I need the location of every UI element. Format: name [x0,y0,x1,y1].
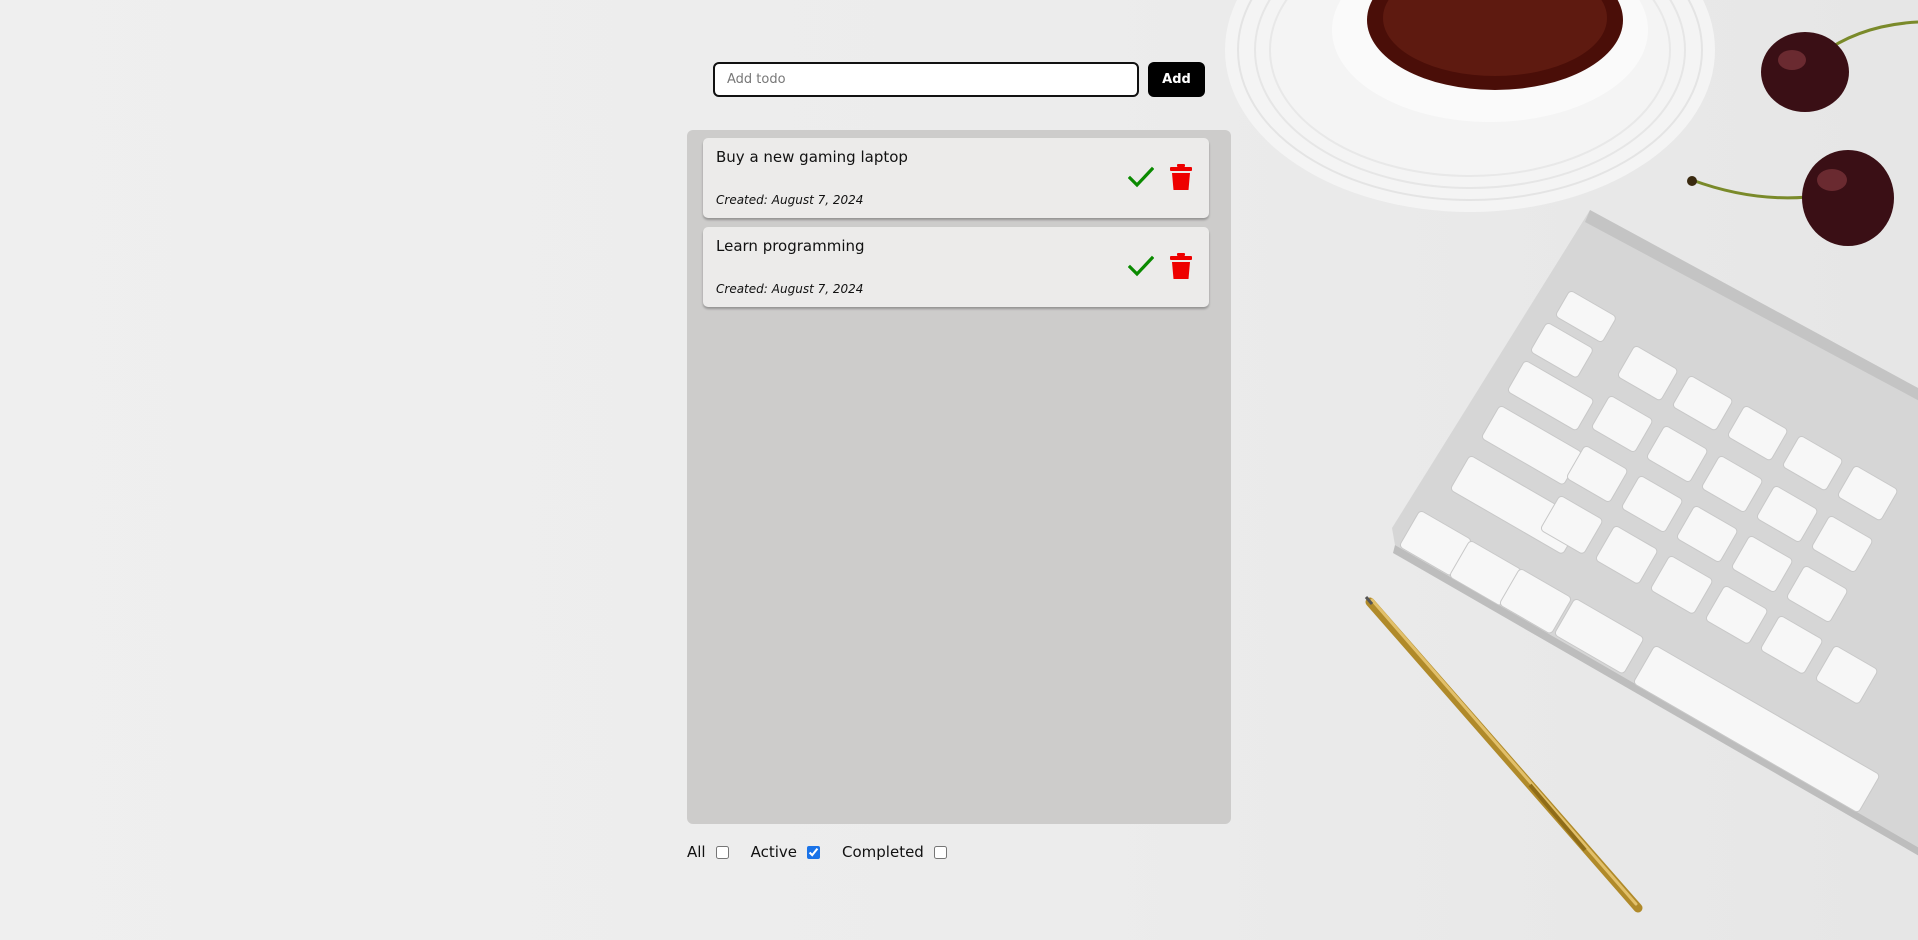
coffee-cup-image [1225,0,1715,212]
filter-all-checkbox[interactable] [715,845,729,859]
todo-created-date: Created: August 7, 2024 [716,282,863,296]
complete-todo-button[interactable] [1126,251,1156,281]
add-todo-input[interactable] [713,62,1139,97]
cherries-image [1687,20,1918,246]
todo-created-date: Created: August 7, 2024 [716,193,863,207]
todo-title: Learn programming [716,237,865,255]
filter-all[interactable]: All [687,843,729,861]
filter-bar: All Active Completed [687,843,969,861]
todo-item: Learn programming Created: August 7, 2024 [703,227,1209,307]
filter-active-checkbox[interactable] [807,845,821,859]
delete-todo-button[interactable] [1166,251,1196,281]
filter-completed-label: Completed [842,843,924,861]
todo-list-panel: Buy a new gaming laptop Created: August 7… [687,130,1231,824]
delete-todo-button[interactable] [1166,162,1196,192]
created-label: Created: [716,193,768,207]
created-label: Created: [716,282,768,296]
complete-todo-button[interactable] [1126,162,1156,192]
filter-active-label: Active [750,843,798,861]
filter-all-label: All [687,843,706,861]
todo-item: Buy a new gaming laptop Created: August 7… [703,138,1209,218]
todo-title: Buy a new gaming laptop [716,148,908,166]
created-date-value: August 7, 2024 [771,193,864,207]
created-date-value: August 7, 2024 [771,282,864,296]
filter-completed-checkbox[interactable] [933,845,947,859]
checkmark-icon [1128,255,1154,277]
add-button[interactable]: Add [1148,62,1205,97]
trash-icon [1170,253,1192,279]
checkmark-icon [1128,166,1154,188]
filter-active[interactable]: Active [750,843,821,861]
trash-icon [1170,164,1192,190]
filter-completed[interactable]: Completed [842,843,947,861]
keyboard-image [1392,210,1918,856]
